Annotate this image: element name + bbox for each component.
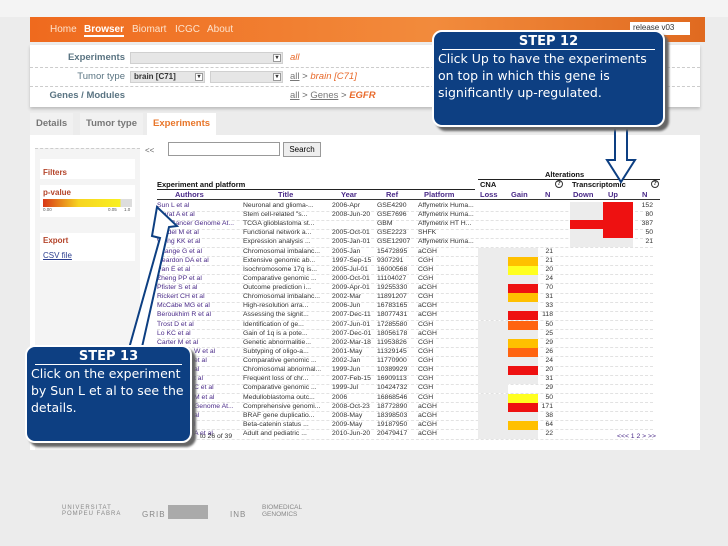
arrow-up-right-icon [126, 204, 180, 358]
upf-logo: UNIVERSITAT POMPEU FABRA [62, 505, 122, 517]
step-12-body: Click Up to have the experiments on top … [438, 51, 647, 100]
step-12-callout: STEP 12 Click Up to have the experiments… [432, 30, 665, 127]
project-logo [168, 505, 208, 519]
step-13-callout: STEP 13 Click on the experiment by Sun L… [25, 345, 192, 443]
footer: UNIVERSITAT POMPEU FABRA GRIB INB BIOMED… [0, 490, 728, 546]
step-12-title: STEP 12 [442, 34, 655, 50]
step-13-body: Click on the experiment by Sun L et al t… [31, 366, 184, 415]
biomedical-genomics-logo: BIOMEDICAL GENOMICS [262, 504, 302, 518]
arrow-down-icon [605, 126, 637, 184]
step-13-title: STEP 13 [35, 349, 182, 365]
grib-logo: GRIB [142, 510, 166, 519]
inb-logo: INB [230, 510, 247, 519]
